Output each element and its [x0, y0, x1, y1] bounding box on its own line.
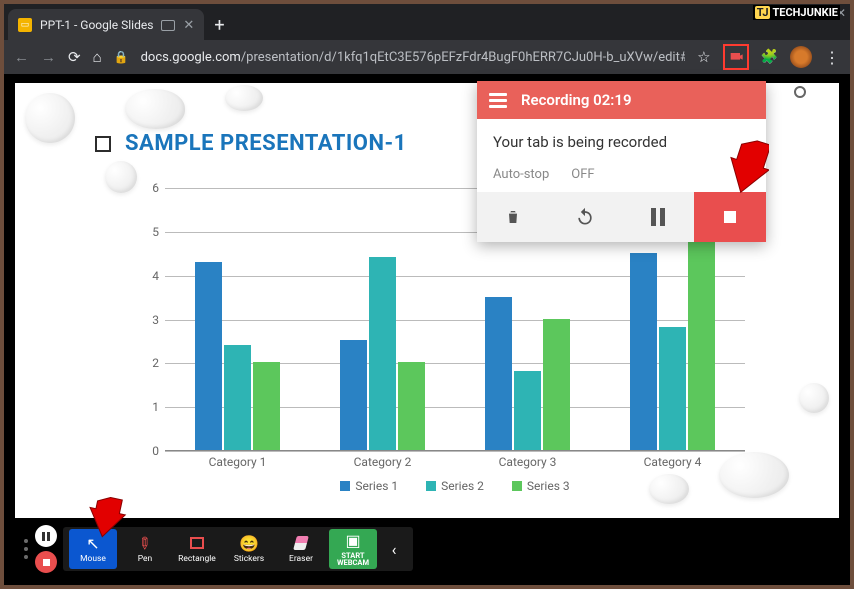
forward-button[interactable]: → — [41, 48, 56, 66]
annotation-arrow-icon — [719, 136, 769, 196]
annotation-toolbar: ↖ Mouse ✎ Pen Rectangle 😄 Stickers — [20, 525, 413, 573]
bar — [224, 345, 251, 450]
bar — [659, 327, 686, 450]
delete-recording-button[interactable] — [477, 192, 549, 242]
bar — [543, 319, 570, 451]
techjunkie-logo: TJ TECHJUNKIE — [753, 5, 840, 20]
restart-recording-button[interactable] — [549, 192, 621, 242]
popup-header: Recording 02:19 — [477, 81, 766, 119]
indicator-dot — [794, 86, 806, 98]
bar — [195, 262, 222, 450]
new-tab-button[interactable]: + — [214, 15, 224, 36]
bar — [485, 297, 512, 450]
pen-icon: ✎ — [134, 532, 156, 554]
pen-tool[interactable]: ✎ Pen — [121, 529, 169, 569]
category-label: Category 1 — [165, 455, 310, 469]
rectangle-tool[interactable]: Rectangle — [173, 529, 221, 569]
close-tab-icon[interactable]: ✕ — [183, 18, 194, 33]
eraser-tool[interactable]: Eraser — [277, 529, 325, 569]
bar — [398, 362, 425, 450]
pause-icon — [651, 208, 665, 226]
bar — [369, 257, 396, 450]
screen-recorder-extension-button[interactable] — [723, 44, 749, 70]
annotation-arrow-icon — [84, 497, 128, 541]
menu-icon[interactable] — [489, 93, 507, 108]
category-label: Category 4 — [600, 455, 745, 469]
category-label: Category 2 — [310, 455, 455, 469]
bar — [340, 340, 367, 450]
home-button[interactable]: ⌂ — [93, 48, 102, 66]
bar — [514, 371, 541, 450]
pause-recording-button[interactable] — [622, 192, 694, 242]
bookmark-button[interactable]: ☆ — [697, 48, 710, 66]
drag-handle[interactable] — [20, 528, 32, 570]
url-text[interactable]: docs.google.com/presentation/d/1kfq1qEtC… — [141, 50, 686, 65]
autostop-value: OFF — [571, 167, 594, 182]
profile-avatar[interactable] — [790, 46, 812, 68]
browser-menu-button[interactable]: ⋮ — [824, 48, 840, 67]
lock-icon: 🔒 — [114, 50, 129, 64]
slide-title: SAMPLE PRESENTATION-1 — [125, 131, 407, 156]
tab-strip: ▭ PPT-1 - Google Slides ✕ + — ▢ ✕ — [4, 4, 850, 40]
extensions-button[interactable]: 🧩 — [761, 49, 778, 65]
content-area: SAMPLE PRESENTATION-1 0123456 Category 1… — [8, 78, 846, 581]
title-bullet-icon — [95, 136, 111, 152]
popup-message: Your tab is being recorded — [493, 133, 750, 151]
stop-icon — [724, 211, 736, 223]
bar — [688, 231, 715, 450]
bar — [253, 362, 280, 450]
slides-favicon: ▭ — [18, 18, 32, 32]
tab-title: PPT-1 - Google Slides — [40, 18, 153, 32]
address-bar: ← → ⟳ ⌂ 🔒 docs.google.com/presentation/d… — [4, 40, 850, 74]
legend-item: Series 2 — [426, 479, 484, 493]
legend-item: Series 3 — [512, 479, 570, 493]
start-webcam-button[interactable]: ▣ STARTWEBCAM — [329, 529, 377, 569]
collapse-toolbar-button[interactable]: ‹ — [381, 529, 407, 569]
screenshare-icon — [161, 20, 175, 31]
rectangle-icon — [190, 534, 204, 552]
toolbar-stop-button[interactable] — [35, 551, 57, 573]
stickers-tool[interactable]: 😄 Stickers — [225, 529, 273, 569]
legend-item: Series 1 — [340, 479, 398, 493]
webcam-icon: ▣ — [345, 532, 360, 550]
stop-recording-button[interactable] — [694, 192, 766, 242]
toolbar-pause-button[interactable] — [35, 525, 57, 547]
eraser-icon — [295, 534, 307, 552]
browser-tab[interactable]: ▭ PPT-1 - Google Slides ✕ — [8, 9, 204, 41]
category-label: Category 3 — [455, 455, 600, 469]
autostop-label: Auto-stop — [493, 167, 549, 182]
reload-button[interactable]: ⟳ — [68, 48, 81, 66]
emoji-icon: 😄 — [239, 534, 259, 552]
back-button[interactable]: ← — [14, 48, 29, 66]
bar — [630, 253, 657, 450]
